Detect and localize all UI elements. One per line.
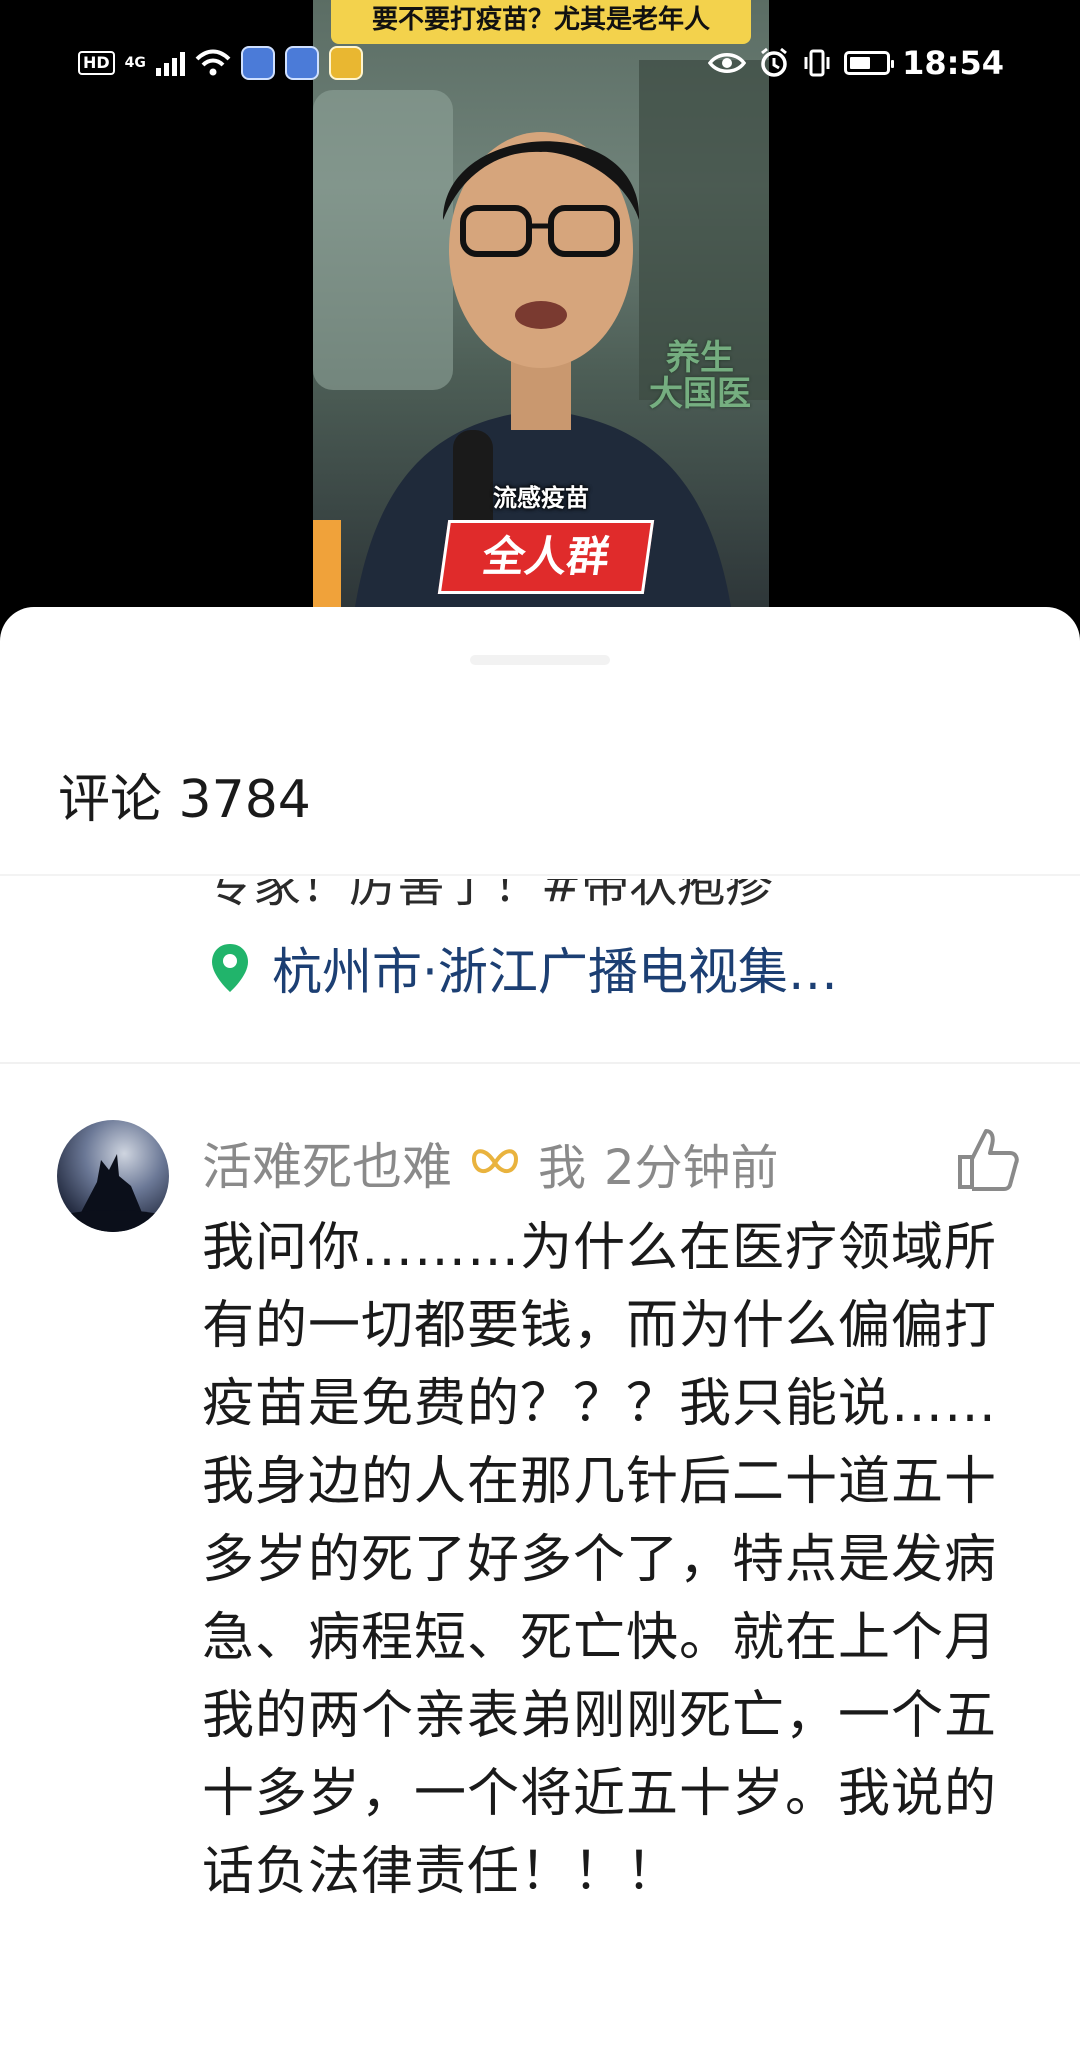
video-frame[interactable]: 要不要打疫苗？尤其是老年人 养生 大国医 流感疫苗 全人群 [313, 0, 769, 620]
comment-username[interactable]: 活难死也难 [202, 1127, 452, 1199]
header-divider [0, 874, 1080, 876]
app-notification-icon [240, 46, 275, 80]
network-type: 4G [124, 55, 146, 71]
location-text: 杭州市·浙江广播电视集… [272, 943, 838, 1001]
battery-icon [844, 51, 895, 75]
video-caption: 流感疫苗 [493, 484, 589, 512]
status-right: 18:54 [708, 38, 1004, 88]
comments-count-title: 评论 3784 [58, 770, 311, 830]
me-tag: 我 [538, 1140, 587, 1196]
eye-icon [708, 53, 747, 73]
fan-badge-icon [471, 1149, 519, 1174]
channel-watermark: 养生 大国医 [649, 340, 751, 412]
hd-badge: HD [78, 51, 115, 75]
clock: 18:54 [902, 44, 1004, 82]
thumbs-up-icon[interactable] [954, 1125, 1020, 1195]
comment-time: 2分钟前 [604, 1140, 779, 1196]
video-player[interactable]: 要不要打疫苗？尤其是老年人 养生 大国医 流感疫苗 全人群 [0, 0, 1080, 620]
comment-header: 活难死也难 我 2分钟前 [202, 1127, 779, 1199]
sheet-drag-handle[interactable] [470, 655, 610, 665]
section-divider [0, 1062, 1080, 1064]
watermark-line-2: 大国医 [649, 374, 751, 414]
watermark-line-1: 养生 [666, 338, 734, 378]
comments-sheet: 评论 3784 专家！厉害了！#带状疱疹 杭州市·浙江广播电视集… 活难死也难 … [0, 607, 1080, 2047]
wolf-avatar-image [57, 1154, 169, 1232]
app-notification-icon-2 [284, 46, 319, 80]
status-bar: HD 4G 18:54 [0, 38, 1080, 88]
status-left: HD 4G [78, 38, 363, 88]
app-notification-icon-3 [328, 46, 363, 80]
avatar[interactable] [57, 1120, 169, 1232]
location-link[interactable]: 杭州市·浙江广播电视集… [210, 932, 838, 1004]
video-caption-tag: 全人群 [437, 520, 655, 594]
video-description-cut: 专家！厉害了！#带状疱疹 [205, 857, 774, 913]
comment-text: 我问你………为什么在医疗领域所有的一切都要钱，而为什么偏偏打疫苗是免费的？？？我… [202, 1218, 998, 1902]
wifi-icon [195, 49, 231, 76]
vibrate-icon [804, 49, 830, 77]
location-pin-icon [212, 944, 248, 992]
signal-icon [155, 50, 185, 76]
alarm-icon [761, 47, 788, 77]
